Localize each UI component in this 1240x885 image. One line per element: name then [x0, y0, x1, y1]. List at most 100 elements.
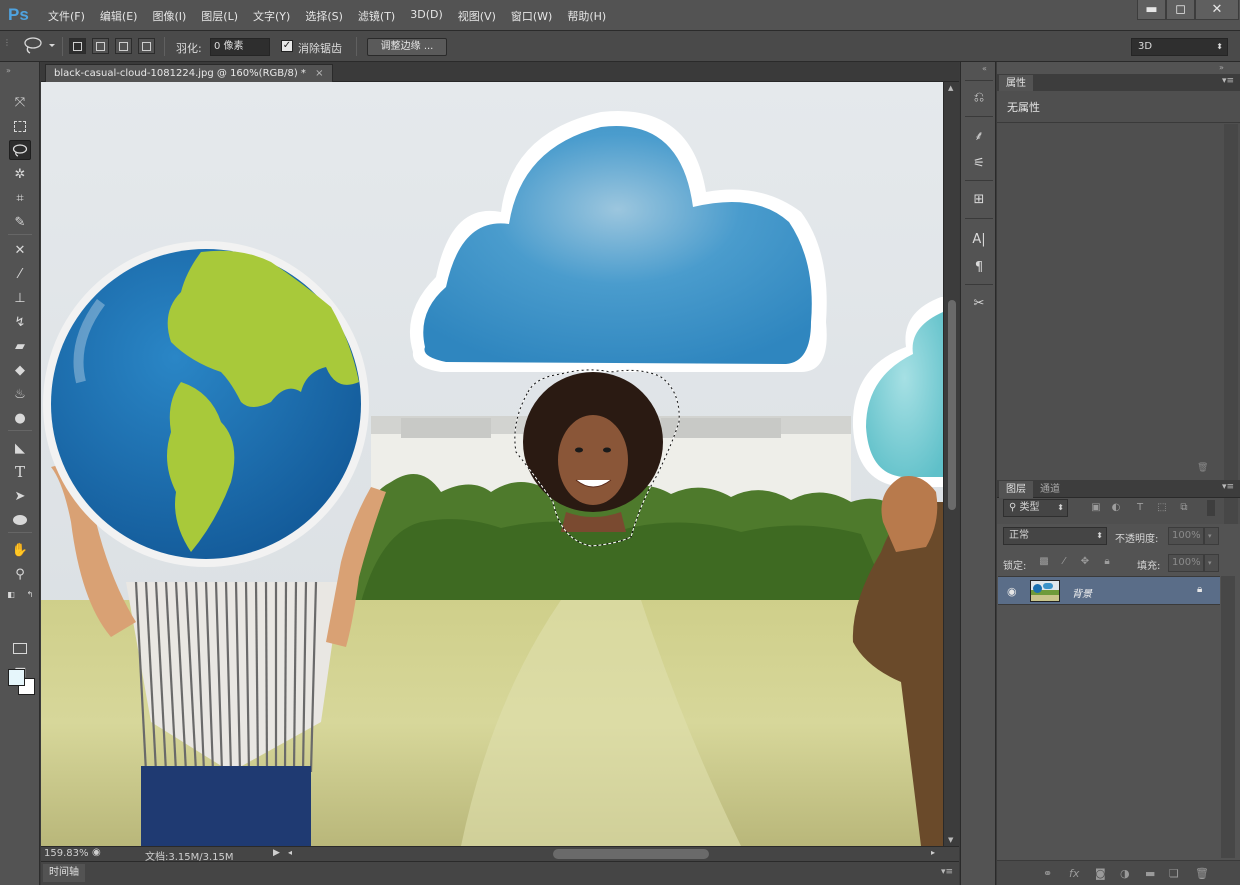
menu-file[interactable]: 文件(F): [48, 8, 85, 24]
menu-help[interactable]: 帮助(H): [567, 8, 606, 24]
shape-tool[interactable]: [9, 510, 31, 530]
lock-position-icon[interactable]: ✥: [1078, 555, 1092, 569]
panel-menu-icon[interactable]: ▾≡: [1222, 482, 1234, 492]
eraser-tool[interactable]: ▰: [9, 336, 31, 356]
path-select-tool[interactable]: ➤: [9, 486, 31, 506]
workspace-select[interactable]: 3D ⬍: [1131, 38, 1228, 56]
panel-menu-icon[interactable]: ▾≡: [1222, 76, 1234, 86]
filter-smart-object-icon[interactable]: ⧉: [1177, 501, 1191, 515]
new-group-icon[interactable]: ▬: [1145, 867, 1155, 880]
zoom-info-icon[interactable]: ◉: [92, 847, 101, 858]
brush-presets-icon[interactable]: ⸙: [967, 124, 991, 146]
layer-filter-select[interactable]: ⚲ 类型 ⬍: [1003, 499, 1068, 517]
move-tool[interactable]: ⤧: [9, 92, 31, 112]
collapse-arrows-icon[interactable]: »: [6, 66, 11, 75]
paint-bucket-tool[interactable]: ◆: [9, 360, 31, 380]
zoom-tool[interactable]: ⚲: [9, 564, 31, 584]
layer-row[interactable]: ◉ 背景 🔒︎: [998, 576, 1220, 605]
filter-toggle[interactable]: [1207, 500, 1215, 516]
scroll-left-icon[interactable]: ◂: [288, 848, 292, 857]
trash-icon[interactable]: 🗑: [1197, 463, 1208, 473]
tool-presets-icon[interactable]: ✂: [967, 292, 991, 314]
expand-arrows-icon[interactable]: »: [1219, 63, 1224, 72]
close-tab-icon[interactable]: ×: [315, 68, 323, 79]
character-icon[interactable]: A|: [967, 228, 991, 250]
lasso-tool[interactable]: [9, 140, 31, 160]
add-to-selection-button[interactable]: [92, 38, 109, 54]
horizontal-scroll-thumb[interactable]: [553, 849, 709, 859]
opacity-input[interactable]: 100%: [1168, 527, 1204, 545]
fill-input[interactable]: 100%: [1168, 554, 1204, 572]
antialias-checkbox[interactable]: ✓: [281, 40, 293, 52]
dodge-tool[interactable]: ●: [9, 408, 31, 428]
maximize-button[interactable]: ◻: [1166, 0, 1195, 20]
timeline-tab[interactable]: 时间轴: [43, 864, 85, 882]
quick-mask-button[interactable]: [9, 638, 31, 658]
menu-image[interactable]: 图像(I): [152, 8, 186, 24]
filter-pixel-icon[interactable]: ▣: [1089, 501, 1103, 515]
opacity-dropdown-icon[interactable]: ▾: [1204, 527, 1219, 545]
timeline-menu-icon[interactable]: ▾≡: [941, 867, 953, 877]
intersect-selection-button[interactable]: [138, 38, 155, 54]
healing-tool[interactable]: ✕: [9, 240, 31, 260]
scroll-right-icon[interactable]: ▸: [931, 848, 935, 857]
fill-dropdown-icon[interactable]: ▾: [1204, 554, 1219, 572]
menu-3d[interactable]: 3D(D): [410, 8, 443, 24]
subtract-selection-button[interactable]: [115, 38, 132, 54]
lock-pixels-icon[interactable]: ⁄: [1057, 555, 1071, 569]
eyedropper-tool[interactable]: ✎: [9, 212, 31, 232]
tool-preset-picker[interactable]: [22, 35, 56, 54]
new-selection-button[interactable]: [69, 38, 86, 54]
lock-all-icon[interactable]: 🔒︎: [1100, 555, 1114, 569]
brush-settings-icon[interactable]: ⚟: [967, 152, 991, 174]
minimize-button[interactable]: ▬: [1137, 0, 1166, 20]
pen-tool[interactable]: ◣: [9, 438, 31, 458]
blend-mode-select[interactable]: 正常 ⬍: [1003, 527, 1107, 545]
delete-layer-icon[interactable]: 🗑: [1195, 867, 1209, 880]
clone-source-icon[interactable]: ⊞: [967, 188, 991, 210]
status-menu-arrow-icon[interactable]: ▶: [273, 848, 280, 858]
paragraph-icon[interactable]: ¶: [967, 256, 991, 278]
type-tool[interactable]: T: [9, 462, 31, 482]
history-brush-tool[interactable]: ↯: [9, 312, 31, 332]
eye-icon[interactable]: ◉: [1007, 585, 1017, 598]
refine-edge-button[interactable]: 调整边缘 ...: [367, 38, 447, 56]
marquee-tool[interactable]: [9, 116, 31, 136]
layer-name[interactable]: 背景: [1072, 585, 1092, 600]
filter-adjustment-icon[interactable]: ◐: [1109, 501, 1123, 515]
blur-tool[interactable]: ♨: [9, 384, 31, 404]
link-layers-icon[interactable]: ⚭: [1043, 867, 1052, 880]
fx-icon[interactable]: fx: [1069, 867, 1079, 880]
filter-type-icon[interactable]: T: [1133, 501, 1147, 515]
scroll-up-icon[interactable]: ▲: [948, 84, 953, 92]
menu-window[interactable]: 窗口(W): [511, 8, 552, 24]
document-tab[interactable]: black-casual-cloud-1081224.jpg @ 160%(RG…: [45, 64, 333, 83]
vertical-scrollbar[interactable]: ▲ ▼: [943, 82, 959, 846]
menu-layer[interactable]: 图层(L): [201, 8, 238, 24]
brush-tool[interactable]: ⁄: [9, 264, 31, 284]
default-colors-button[interactable]: ◧: [4, 588, 18, 600]
magic-wand-tool[interactable]: ✲: [9, 164, 31, 184]
document-canvas[interactable]: [41, 82, 943, 846]
collapse-arrows-icon[interactable]: «: [982, 64, 987, 73]
menu-edit[interactable]: 编辑(E): [100, 8, 138, 24]
filter-shape-icon[interactable]: ⬚: [1155, 501, 1169, 515]
menu-filter[interactable]: 滤镜(T): [358, 8, 395, 24]
layers-scrollbar[interactable]: [1221, 576, 1235, 858]
add-mask-icon[interactable]: ◙: [1095, 867, 1106, 880]
properties-scrollbar[interactable]: [1224, 124, 1238, 524]
menu-select[interactable]: 选择(S): [305, 8, 343, 24]
stamp-tool[interactable]: ⊥: [9, 288, 31, 308]
swap-colors-button[interactable]: ↰: [23, 588, 37, 600]
history-icon[interactable]: ⎌: [967, 86, 991, 108]
vertical-scroll-thumb[interactable]: [948, 300, 956, 510]
canvas-area[interactable]: ▲ ▼: [41, 82, 959, 846]
lock-transparency-icon[interactable]: ▩: [1037, 555, 1051, 569]
scroll-down-icon[interactable]: ▼: [948, 836, 953, 844]
hand-tool[interactable]: ✋: [9, 540, 31, 560]
zoom-level[interactable]: 159.83%: [44, 848, 89, 859]
feather-input[interactable]: 0 像素: [210, 38, 270, 56]
menu-type[interactable]: 文字(Y): [253, 8, 290, 24]
menu-view[interactable]: 视图(V): [458, 8, 496, 24]
properties-tab[interactable]: 属性: [999, 75, 1033, 92]
